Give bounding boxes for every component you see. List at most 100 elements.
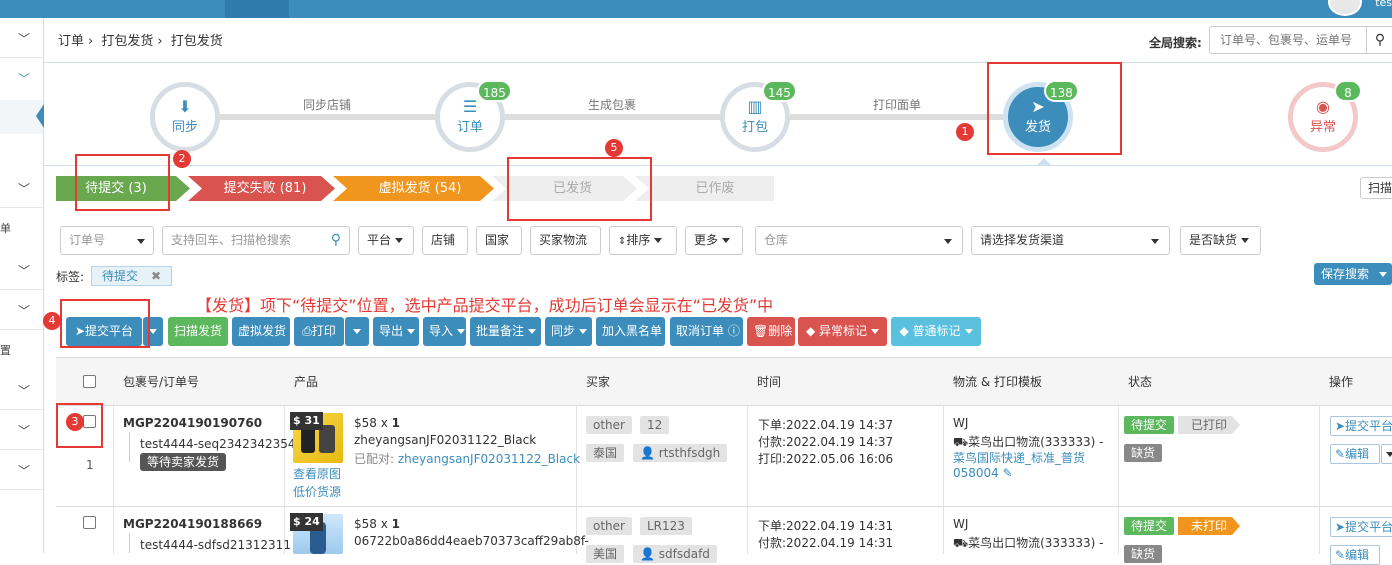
- global-search-input[interactable]: [1209, 26, 1367, 54]
- sort-dropdown[interactable]: ⇕排序: [609, 226, 677, 255]
- buyer-name: 👤 sdfsdafd: [633, 545, 717, 563]
- edit-icon: ✎: [1335, 548, 1346, 562]
- table-header: 物流 & 打印模板: [943, 358, 1119, 406]
- left-sidebar: ﹀ ﹀ ﹀ 单 ﹀ ﹀ 置 ﹀ ﹀ ﹀: [0, 18, 44, 553]
- workflow-connector-label: 同步店铺: [303, 98, 352, 112]
- breadcrumb-item[interactable]: 订单: [58, 34, 84, 49]
- platform-dropdown[interactable]: 平台: [358, 226, 414, 255]
- sidebar-item-1[interactable]: ﹀: [0, 18, 43, 58]
- search-input[interactable]: 支持回车、扫描枪搜索 ⚲: [162, 226, 350, 255]
- user-avatar[interactable]: [1328, 0, 1362, 16]
- logistics-code: WJ: [953, 517, 969, 531]
- row-submit-platform-button[interactable]: ➤提交平台: [1330, 416, 1392, 436]
- country-button[interactable]: 国家: [476, 226, 522, 255]
- delete-button[interactable]: 🗑删除: [747, 317, 795, 346]
- status-out-of-stock: 缺货: [1124, 545, 1163, 563]
- sync-dropdown[interactable]: 同步: [545, 317, 592, 346]
- pay-time: 付款:2022.04.19 14:31: [758, 536, 894, 550]
- save-search-button[interactable]: 保存搜索: [1314, 263, 1392, 285]
- breadcrumb-separator: ›: [88, 34, 94, 49]
- view-image-link[interactable]: 查看原图: [293, 465, 341, 482]
- normal-mark-dropdown[interactable]: ◆ 普通标记: [891, 317, 981, 346]
- exception-count-badge: 8: [1334, 80, 1362, 102]
- tab-voided[interactable]: 已作废: [650, 176, 780, 201]
- chevron-down-icon: ﹀: [18, 424, 31, 438]
- chevron-down-icon: ﹀: [18, 32, 31, 46]
- order-time: 下单:2022.04.19 14:31: [758, 519, 894, 533]
- row-more-dropdown[interactable]: [1381, 444, 1392, 464]
- status-out-of-stock: 缺货: [1124, 444, 1163, 462]
- row-index: 1: [86, 458, 94, 472]
- row-edit-button[interactable]: ✎编辑: [1330, 444, 1380, 464]
- sidebar-item-2[interactable]: ﹀: [0, 58, 43, 98]
- batch-note-dropdown[interactable]: 批量备注: [470, 317, 541, 346]
- row-submit-platform-button[interactable]: ➤提交平台: [1330, 517, 1392, 537]
- print-button[interactable]: ⎙打印: [294, 317, 344, 346]
- price-badge: $ 31: [290, 412, 323, 430]
- trash-icon: 🗑: [753, 324, 769, 338]
- cancel-order-button[interactable]: 取消订单 ⓘ: [670, 317, 743, 346]
- logistics-id-link[interactable]: 058004 ✎: [953, 466, 1013, 480]
- export-dropdown[interactable]: 导出: [373, 317, 419, 346]
- top-bar: tes: [0, 0, 1392, 18]
- stockout-dropdown[interactable]: 是否缺货: [1180, 226, 1261, 255]
- import-dropdown[interactable]: 导入: [423, 317, 466, 346]
- print-dropdown[interactable]: [345, 317, 369, 346]
- select-all-checkbox[interactable]: [83, 375, 96, 388]
- table-header: 买家: [576, 358, 748, 406]
- user-name[interactable]: tes: [1375, 0, 1392, 9]
- status-pending-submit: 待提交: [1124, 517, 1175, 535]
- buyer-logistics-button[interactable]: 买家物流: [530, 226, 601, 255]
- order-number[interactable]: test4444-sdfsd21312311: [140, 538, 291, 552]
- shipping-channel-select[interactable]: 请选择发货渠道: [971, 226, 1170, 255]
- add-blacklist-button[interactable]: 加入黑名单: [596, 317, 665, 346]
- scan-ship-button[interactable]: 扫描发货: [168, 317, 228, 346]
- annotation-marker: 1: [956, 123, 974, 141]
- workflow-step-label: 打包: [741, 120, 768, 135]
- highlight-box-ship: [987, 62, 1122, 155]
- chevron-down-icon: ﹀: [18, 384, 31, 398]
- sidebar-item-3[interactable]: ﹀: [0, 168, 43, 208]
- search-icon[interactable]: ⚲: [1366, 26, 1392, 54]
- virtual-ship-button[interactable]: 虚拟发货: [232, 317, 290, 346]
- order-no-select[interactable]: 订单号: [60, 226, 154, 255]
- row-checkbox[interactable]: [83, 516, 96, 529]
- order-time: 下单:2022.04.19 14:37: [758, 418, 894, 432]
- top-nav-active-tab[interactable]: [225, 0, 289, 18]
- pack-count-badge: 145: [762, 80, 797, 102]
- product-sku: 06722b0a86dd4eaeb70373caff29ab8f-: [354, 534, 589, 548]
- sidebar-item-8[interactable]: ﹀: [0, 450, 43, 490]
- buyer-tag: LR123: [640, 517, 692, 535]
- active-tag-chip[interactable]: 待提交 ✖: [91, 266, 172, 286]
- scan-button[interactable]: 扫描: [1360, 177, 1392, 199]
- sidebar-item-6[interactable]: ﹀: [0, 370, 43, 410]
- more-dropdown[interactable]: 更多: [685, 226, 743, 255]
- order-number[interactable]: test4444-seq2342342354: [140, 437, 296, 451]
- chevron-down-icon: ﹀: [18, 464, 31, 478]
- sidebar-item-4[interactable]: ﹀: [0, 250, 43, 290]
- annotation-marker: 5: [605, 139, 623, 157]
- workflow-step-sync[interactable]: ⬇ 同步: [150, 82, 220, 152]
- shop-button[interactable]: 店铺: [422, 226, 468, 255]
- product-price: $58 x 1: [354, 416, 401, 430]
- warehouse-select[interactable]: 仓库: [755, 226, 963, 255]
- logistics-template-link[interactable]: 菜鸟国际快递_标准_普货: [953, 449, 1085, 466]
- exception-mark-dropdown[interactable]: ◆ 异常标记: [798, 317, 887, 346]
- sidebar-active-arrow: [36, 104, 44, 128]
- breadcrumb-item[interactable]: 打包发货: [101, 34, 153, 49]
- sidebar-item-5[interactable]: ﹀: [0, 290, 43, 330]
- user-icon: 👤: [640, 547, 659, 561]
- wait-seller-ship-badge: 等待卖家发货: [140, 453, 227, 471]
- edit-icon[interactable]: ✎: [1003, 466, 1013, 480]
- chevron-down-icon: ﹀: [18, 182, 31, 196]
- tab-virtual-shipped[interactable]: 虚拟发货 (54): [350, 176, 490, 201]
- package-number[interactable]: MGP2204190188669: [123, 517, 262, 531]
- package-number[interactable]: MGP2204190190760: [123, 416, 262, 430]
- tab-submit-failed[interactable]: 提交失败 (81): [200, 176, 330, 201]
- matched-sku: 已配对: zheyangsanJF02031122_Black: [354, 452, 581, 466]
- highlight-box-submit-button: [60, 299, 150, 348]
- sidebar-item-7[interactable]: ﹀: [0, 410, 43, 450]
- close-icon[interactable]: ✖: [151, 267, 161, 285]
- low-price-source-link[interactable]: 低价货源: [293, 483, 341, 500]
- row-edit-button[interactable]: ✎编辑: [1330, 545, 1380, 565]
